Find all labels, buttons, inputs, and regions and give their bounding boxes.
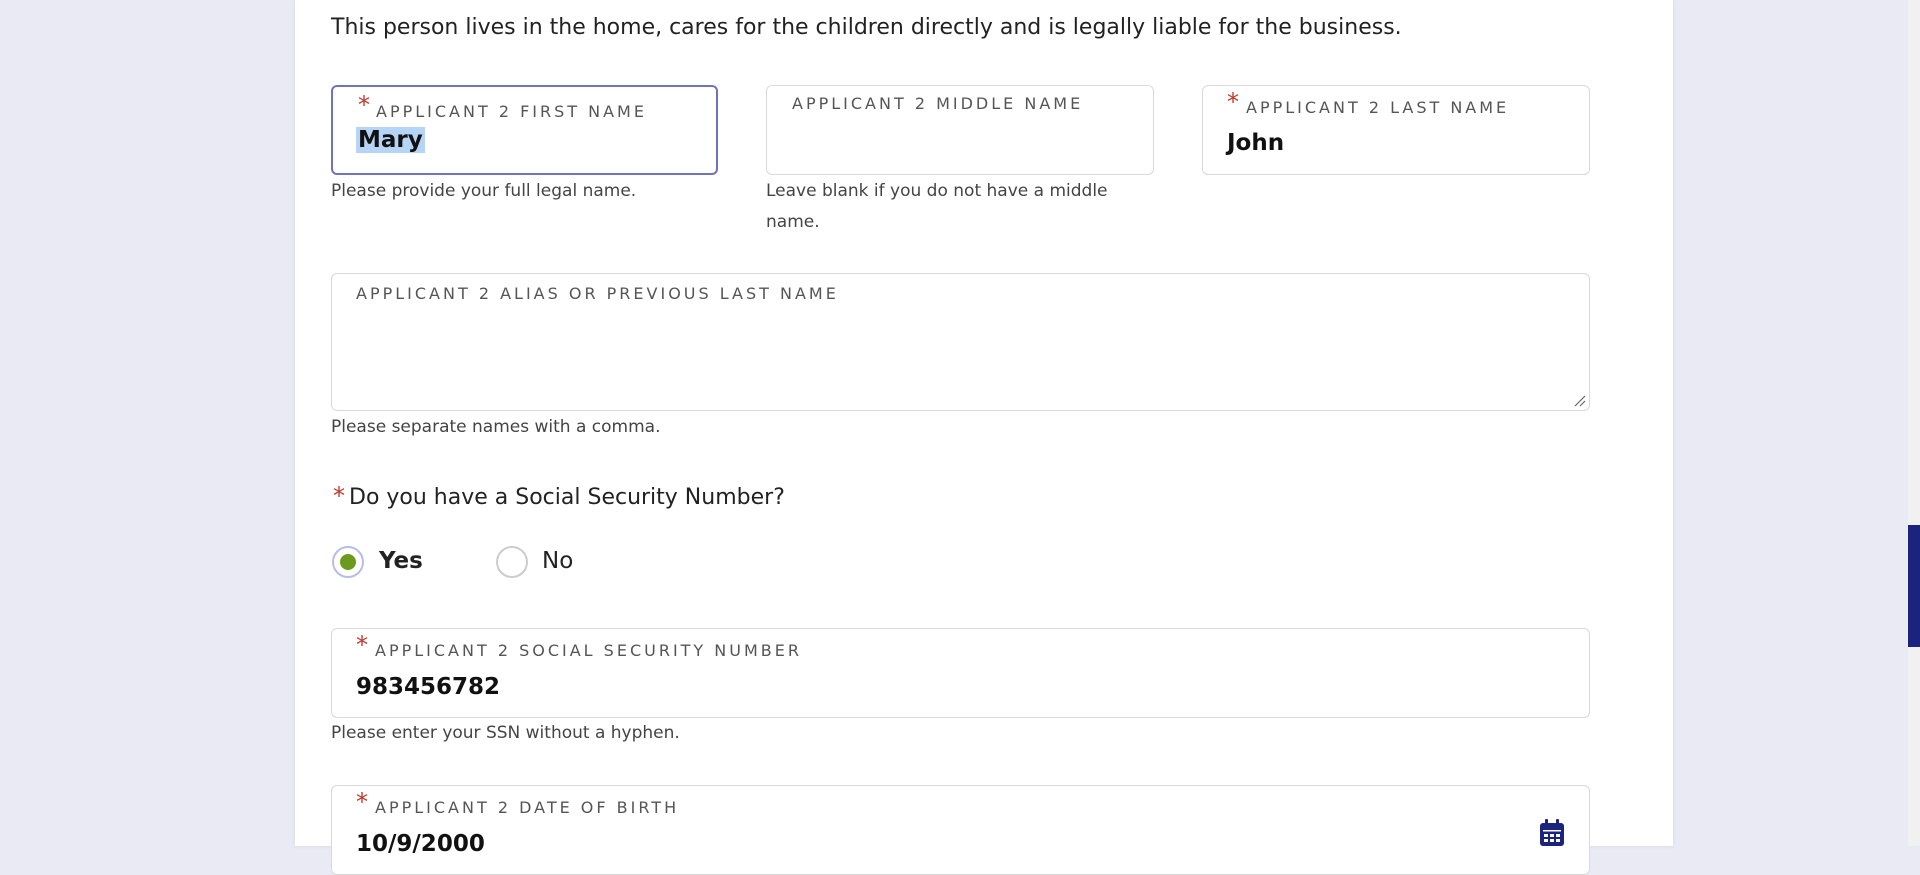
- ssn-question: Do you have a Social Security Number?: [349, 485, 785, 510]
- ssn-input[interactable]: 983456782: [356, 674, 500, 700]
- dob-label: APPLICANT 2 DATE OF BIRTH: [375, 798, 680, 817]
- last-name-label: APPLICANT 2 LAST NAME: [1246, 98, 1510, 117]
- required-asterisk: *: [356, 788, 368, 816]
- required-asterisk: *: [1227, 88, 1239, 116]
- alias-help: Please separate names with a comma.: [331, 417, 661, 437]
- last-name-field[interactable]: * APPLICANT 2 LAST NAME John: [1202, 85, 1590, 175]
- first-name-value: Mary: [356, 127, 425, 153]
- dob-field[interactable]: * APPLICANT 2 DATE OF BIRTH 10/9/2000: [331, 785, 1590, 875]
- middle-name-label: APPLICANT 2 MIDDLE NAME: [792, 94, 1084, 113]
- radio-selected-dot: [340, 554, 356, 570]
- scrollbar[interactable]: [1908, 0, 1920, 846]
- first-name-help: Please provide your full legal name.: [331, 181, 637, 201]
- ssn-no-label[interactable]: No: [542, 548, 573, 574]
- required-asterisk: *: [356, 631, 368, 659]
- resize-grip-icon[interactable]: [1572, 393, 1586, 407]
- ssn-no-radio[interactable]: [496, 546, 528, 578]
- scrollbar-thumb[interactable]: [1908, 525, 1920, 647]
- ssn-yes-radio[interactable]: [332, 546, 364, 578]
- ssn-field[interactable]: * APPLICANT 2 SOCIAL SECURITY NUMBER 983…: [331, 628, 1590, 718]
- dob-input[interactable]: 10/9/2000: [356, 831, 485, 857]
- ssn-yes-label[interactable]: Yes: [379, 548, 423, 574]
- middle-name-field[interactable]: APPLICANT 2 MIDDLE NAME: [766, 85, 1154, 175]
- ssn-help: Please enter your SSN without a hyphen.: [331, 723, 680, 743]
- required-asterisk: *: [333, 482, 345, 510]
- section-intro: This person lives in the home, cares for…: [331, 15, 1402, 40]
- required-asterisk: *: [358, 91, 370, 119]
- ssn-label: APPLICANT 2 SOCIAL SECURITY NUMBER: [375, 641, 802, 660]
- first-name-input[interactable]: Mary: [356, 127, 425, 153]
- alias-field[interactable]: APPLICANT 2 ALIAS OR PREVIOUS LAST NAME: [331, 273, 1590, 411]
- first-name-field[interactable]: * APPLICANT 2 FIRST NAME Mary: [331, 85, 718, 175]
- first-name-label: APPLICANT 2 FIRST NAME: [376, 102, 647, 121]
- last-name-input[interactable]: John: [1227, 130, 1284, 156]
- middle-name-help: Leave blank if you do not have a middle …: [766, 181, 1108, 232]
- alias-label: APPLICANT 2 ALIAS OR PREVIOUS LAST NAME: [356, 284, 839, 303]
- calendar-icon[interactable]: [1539, 819, 1565, 847]
